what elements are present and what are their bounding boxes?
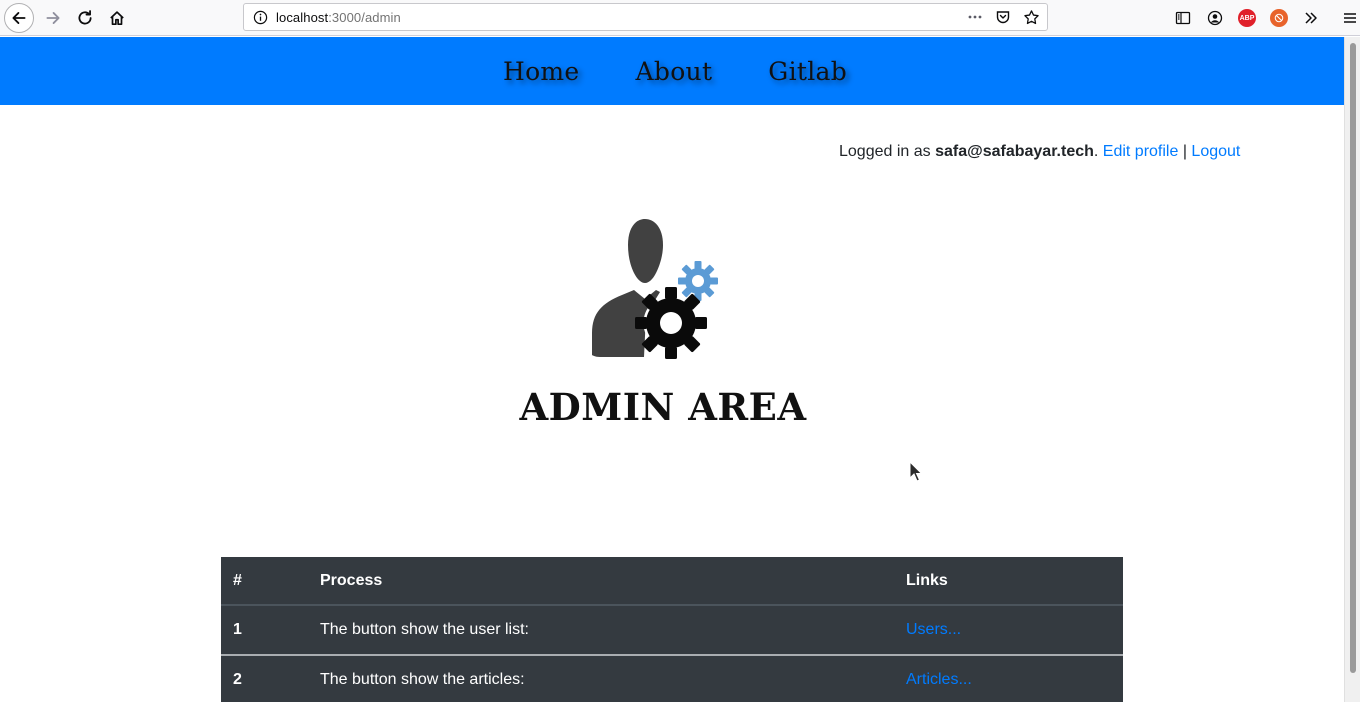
user-email: safa@safabayar.tech <box>935 143 1094 160</box>
edit-profile-link[interactable]: Edit profile <box>1103 143 1179 160</box>
reload-button[interactable] <box>70 3 100 33</box>
nav-link-gitlab[interactable]: Gitlab <box>768 57 847 86</box>
column-header-links: Links <box>894 557 1123 606</box>
bookmark-star-icon[interactable] <box>1021 7 1041 27</box>
admin-user-gears-icon <box>592 219 718 359</box>
arrow-left-icon <box>12 12 26 24</box>
back-button[interactable] <box>4 3 34 33</box>
reload-icon <box>78 10 92 25</box>
nav-link-home[interactable]: Home <box>503 57 580 86</box>
hamburger-menu-icon[interactable] <box>1338 6 1360 30</box>
users-link[interactable]: Users... <box>906 621 961 638</box>
pocket-icon[interactable] <box>993 7 1013 27</box>
admin-process-table: # Process Links 1 The button show the us… <box>221 557 1123 702</box>
row-number: 1 <box>233 621 242 638</box>
arrow-right-icon <box>46 12 60 24</box>
page-title: ADMIN AREA <box>519 385 807 429</box>
login-prefix: Logged in as <box>839 143 936 160</box>
login-dot: . <box>1093 143 1103 160</box>
overflow-chevron-icon[interactable] <box>1299 6 1323 30</box>
row-process: The button show the user list: <box>320 621 529 638</box>
nav-link-about[interactable]: About <box>636 57 713 86</box>
mouse-cursor-icon <box>909 461 923 482</box>
scrollbar-thumb[interactable] <box>1350 43 1356 673</box>
column-header-process: Process <box>308 557 894 606</box>
url-text[interactable]: localhost:3000/admin <box>276 10 401 25</box>
column-header-number: # <box>221 557 308 606</box>
url-path: :3000/admin <box>328 9 401 25</box>
login-pipe: | <box>1178 143 1192 160</box>
logout-link[interactable]: Logout <box>1191 143 1240 160</box>
home-icon <box>110 11 124 26</box>
login-status: Logged in as safa@safabayar.tech. Edit p… <box>839 143 1240 161</box>
browser-toolbar: localhost:3000/admin ABP <box>0 0 1360 36</box>
articles-link[interactable]: Articles... <box>906 671 972 688</box>
forward-button[interactable] <box>38 3 68 33</box>
table-row: 1 The button show the user list: Users..… <box>221 605 1123 655</box>
page-actions-icon[interactable] <box>965 7 985 27</box>
account-icon[interactable] <box>1203 6 1227 30</box>
row-link-cell: Users... <box>894 605 1123 655</box>
row-process: The button show the articles: <box>308 654 894 702</box>
sidebar-library-icon[interactable] <box>1171 6 1195 30</box>
adblock-plus-icon[interactable]: ABP <box>1235 6 1259 30</box>
site-navbar: Home About Gitlab <box>0 37 1344 105</box>
table-header-row: # Process Links <box>221 557 1123 606</box>
info-icon[interactable] <box>252 9 268 25</box>
extension-icon[interactable] <box>1267 6 1291 30</box>
url-bar[interactable]: localhost:3000/admin <box>243 3 1048 31</box>
row-number: 2 <box>221 654 308 702</box>
home-button[interactable] <box>102 3 132 33</box>
vertical-scrollbar[interactable] <box>1344 37 1360 702</box>
page-viewport: Home About Gitlab Logged in as safa@safa… <box>0 37 1344 702</box>
table-row: 2 The button show the articles: Articles… <box>221 654 1123 702</box>
url-host: localhost <box>276 9 329 25</box>
row-link-cell: Articles... <box>894 654 1123 702</box>
